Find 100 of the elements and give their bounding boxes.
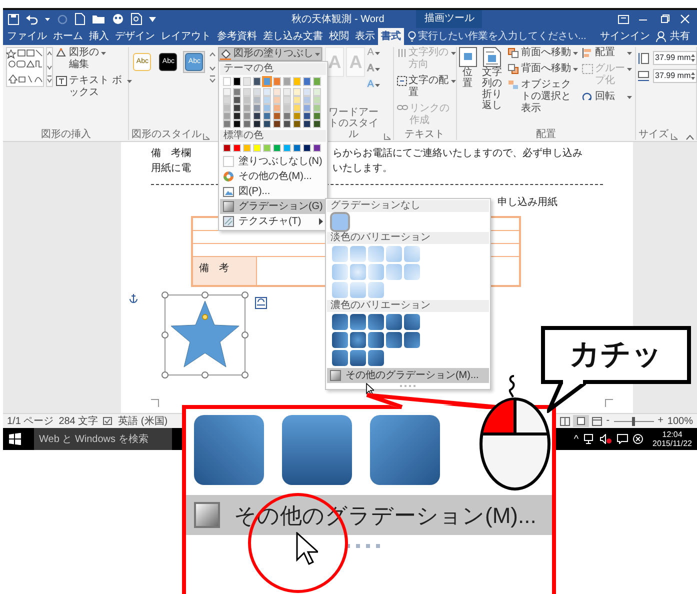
color-swatch[interactable] [243,77,252,86]
color-swatch[interactable] [283,112,292,120]
color-swatch[interactable] [313,112,322,120]
gradient-swatch[interactable] [368,350,384,366]
color-swatch[interactable] [303,88,312,96]
color-swatch[interactable] [293,88,302,96]
color-swatch[interactable] [253,104,262,112]
ribbon-tab[interactable]: 参考資料 [214,28,260,45]
color-swatch[interactable] [223,120,232,128]
taskbar-search-field[interactable]: Web と Windows を検索 [34,428,172,450]
menu-item[interactable]: 図(P)... [220,184,326,199]
color-swatch[interactable] [253,96,262,104]
color-swatch[interactable] [273,112,282,120]
ribbon-button[interactable]: オブジェクトの選択と表示 [507,79,580,115]
zoom-level[interactable]: 100% [667,414,693,428]
color-swatch[interactable] [263,77,272,86]
gradient-swatch[interactable] [404,246,420,262]
ribbon-tab[interactable]: ホーム [50,28,86,45]
share-button[interactable]: 共有 [653,28,693,45]
color-swatch[interactable] [303,120,312,128]
gradient-swatch[interactable] [386,264,402,280]
color-swatch[interactable] [283,88,292,96]
color-swatch[interactable] [263,144,272,152]
ribbon-large-button[interactable]: 位置 [458,47,477,89]
read-mode-icon[interactable] [560,416,570,426]
gradient-swatch[interactable] [386,314,402,330]
new-document-icon[interactable] [75,13,85,25]
gradient-swatch[interactable] [350,332,366,348]
color-swatch[interactable] [313,96,322,104]
color-swatch[interactable] [293,104,302,112]
gradient-swatch[interactable] [404,314,420,330]
color-swatch[interactable] [273,144,282,152]
menu-item[interactable]: グラデーション(G) [220,199,326,214]
gradient-swatch[interactable] [332,246,348,262]
zoom-in-button[interactable]: + [656,415,664,427]
gradient-swatch[interactable] [404,332,420,348]
color-swatch[interactable] [223,112,232,120]
ribbon-display-icon[interactable] [618,14,630,24]
print-preview-icon[interactable] [131,13,142,25]
color-swatch[interactable] [233,112,242,120]
gradient-swatch[interactable] [368,332,384,348]
collapse-ribbon-icon[interactable] [686,135,694,140]
color-swatch[interactable] [263,120,272,128]
color-swatch[interactable] [233,88,242,96]
ribbon-tab[interactable]: 挿入 [86,28,112,45]
color-swatch[interactable] [263,96,272,104]
close-circle-icon[interactable] [632,434,643,444]
color-swatch[interactable] [303,112,312,120]
resize-grip-icon[interactable] [400,384,416,388]
color-swatch[interactable] [303,104,312,112]
color-swatch[interactable] [293,144,302,152]
ribbon-button[interactable]: テキスト ボックス [55,75,133,99]
ribbon-button[interactable]: 図形の編集 [55,47,133,71]
ribbon-button[interactable]: 配置 [581,47,634,59]
color-swatch[interactable] [233,104,242,112]
color-swatch[interactable] [243,120,252,128]
color-swatch[interactable] [293,120,302,128]
ribbon-tab[interactable]: 差し込み文書 [260,28,326,45]
gradient-swatch[interactable] [332,332,348,348]
color-swatch[interactable] [283,96,292,104]
gradient-swatch[interactable] [350,282,366,298]
size-field[interactable]: 37.99 mm [653,51,697,65]
color-swatch[interactable] [223,144,232,152]
gradient-swatch[interactable] [386,246,402,262]
ribbon-tab[interactable]: 書式 [378,28,404,45]
ribbon-large-button[interactable]: 文字列の折り返し [478,47,506,111]
ribbon-tab[interactable]: 表示 [352,28,378,45]
gradient-swatch[interactable] [332,264,348,280]
sign-in-link[interactable]: サインイン [597,28,653,45]
color-swatch[interactable] [263,104,272,112]
color-swatch[interactable] [273,120,282,128]
color-swatch[interactable] [303,77,312,86]
color-swatch[interactable] [293,96,302,104]
shape-gallery[interactable] [6,47,44,87]
proofing-icon[interactable] [103,416,114,426]
message-icon[interactable] [616,434,628,444]
ribbon-button[interactable]: 背面へ移動 [507,63,580,75]
color-swatch[interactable] [313,144,322,152]
color-swatch[interactable] [283,77,292,86]
color-swatch[interactable] [283,104,292,112]
color-swatch[interactable] [273,88,282,96]
dialog-launcher-icon[interactable] [384,133,391,140]
color-swatch[interactable] [303,144,312,152]
color-swatch[interactable] [253,120,262,128]
spinner-icon[interactable] [691,72,696,80]
color-swatch[interactable] [263,88,272,96]
windows-logo-icon[interactable] [9,433,21,445]
color-swatch[interactable] [283,144,292,152]
gradient-swatch[interactable] [350,264,366,280]
gradient-swatch[interactable] [350,350,366,366]
zoom-out-button[interactable]: - [605,415,611,427]
color-swatch[interactable] [253,77,262,86]
color-swatch[interactable] [313,88,322,96]
color-swatch[interactable] [253,88,262,96]
color-swatch[interactable] [223,104,232,112]
gradient-swatch[interactable] [368,264,384,280]
color-swatch[interactable] [233,144,242,152]
ribbon-tab[interactable]: ファイル [4,28,50,45]
color-swatch[interactable] [313,104,322,112]
save-icon[interactable] [8,14,19,24]
